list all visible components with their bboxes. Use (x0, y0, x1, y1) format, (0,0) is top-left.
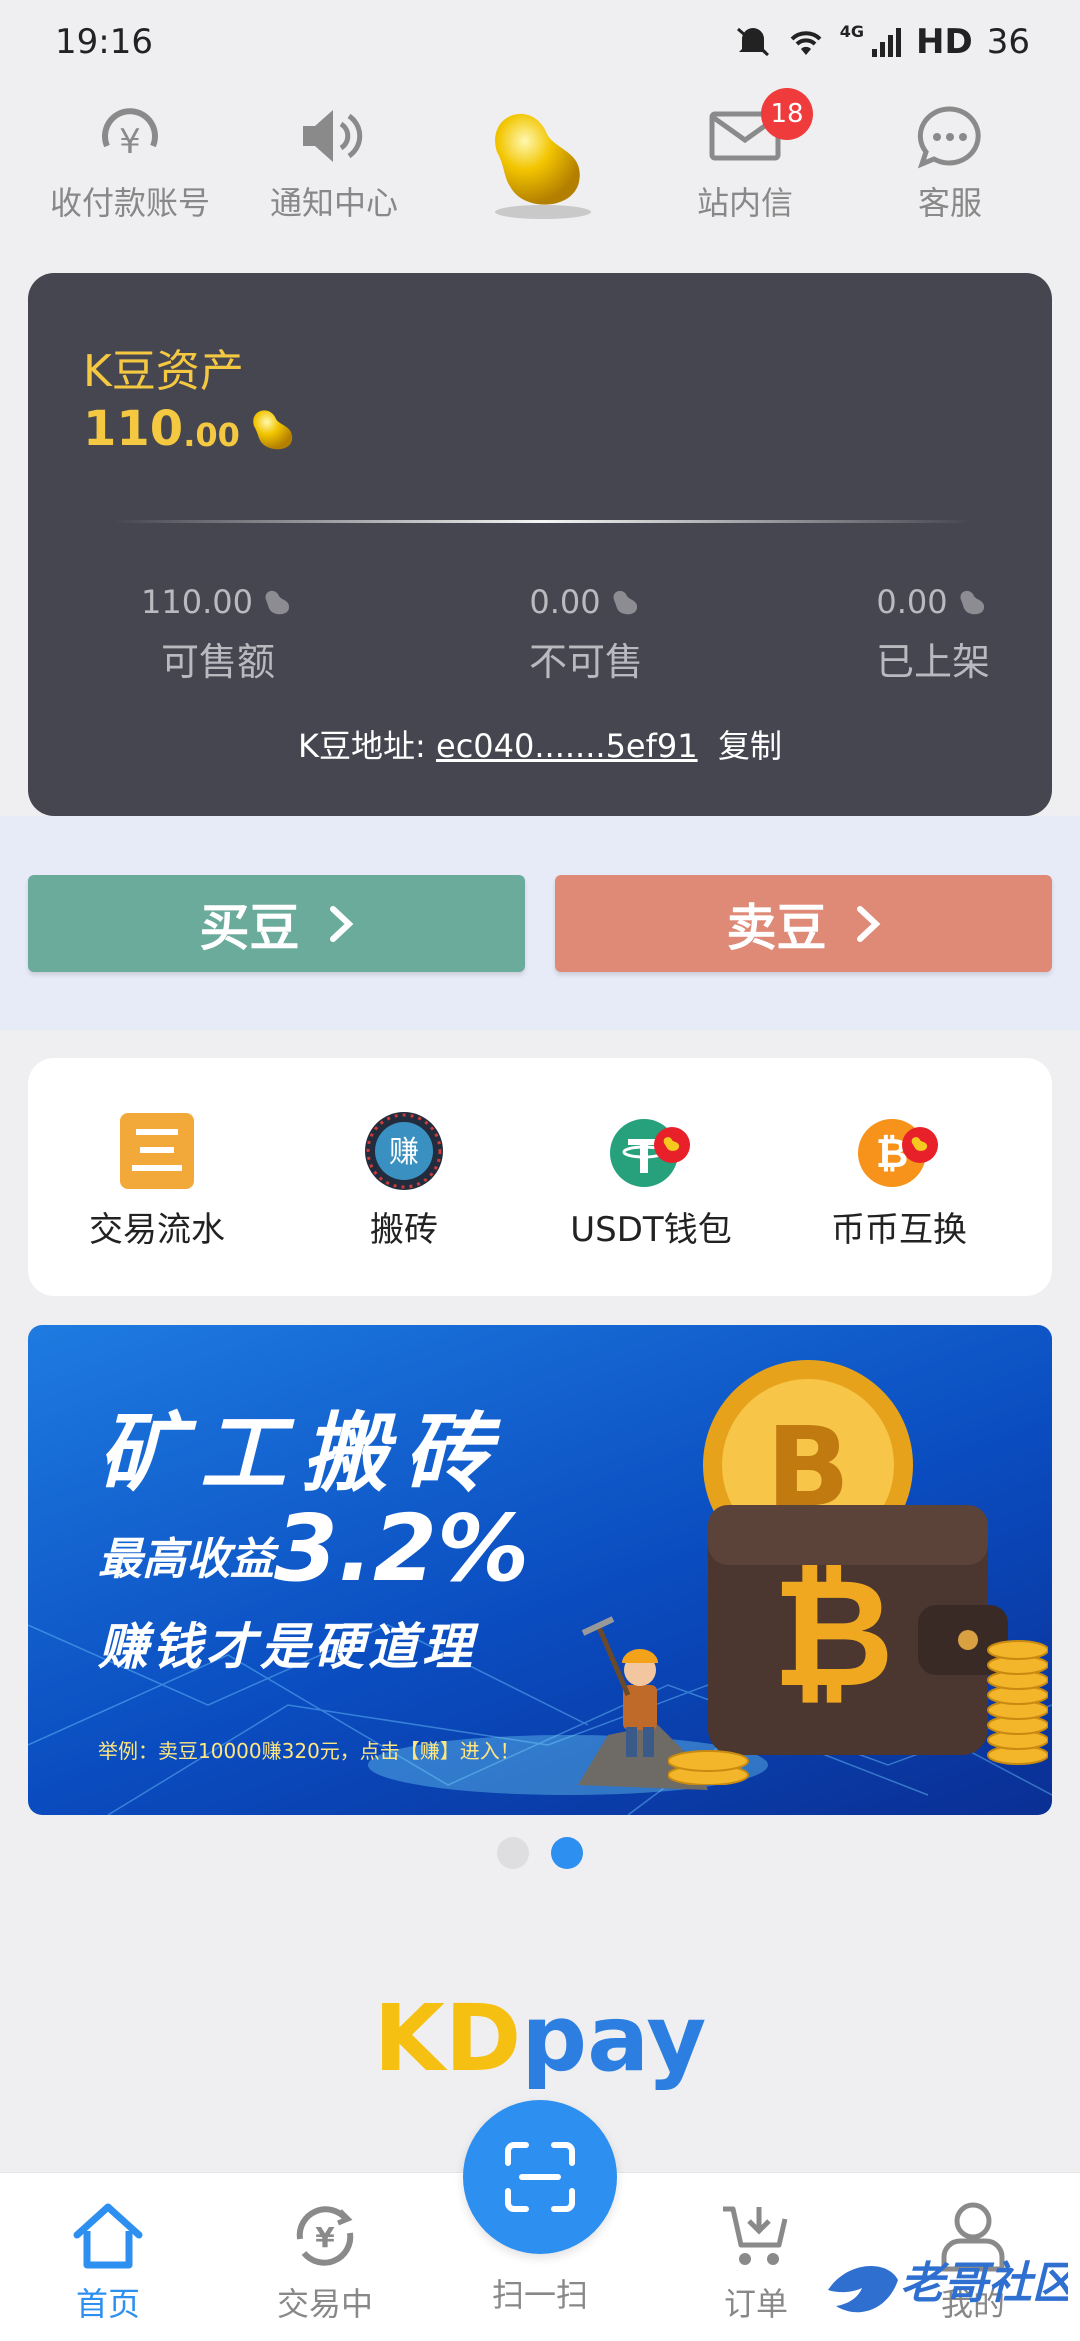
stat-unsellable: 0.00 不可售 (476, 583, 696, 686)
bitcoin-swap-icon: ₿ (858, 1119, 938, 1187)
stat-value: 0.00 (876, 583, 948, 621)
logo-kd: KD (373, 1985, 522, 2092)
banner-tagline: 赚钱才是硬道理 (98, 1618, 476, 1676)
pagination-dot-1[interactable] (497, 1837, 529, 1869)
top-nav-bean[interactable] (440, 94, 640, 224)
asset-amount: 110.00 (83, 401, 302, 457)
asset-title: K豆资产 (83, 346, 244, 397)
earn-icon: 赚 (365, 1112, 443, 1190)
stat-label: 可售额 (160, 640, 275, 684)
card-divider (113, 520, 973, 523)
signal-icon (872, 28, 902, 57)
banner-subline-prefix: 最高收益 (98, 1534, 274, 1585)
watermark-text: 老哥社区 (900, 2258, 1068, 2309)
stat-value: 110.00 (141, 583, 253, 621)
svg-text:₿: ₿ (772, 1547, 894, 1721)
top-nav-label: 站内信 (696, 184, 793, 222)
hd-label: HD (916, 22, 973, 62)
svg-text:¥: ¥ (119, 122, 141, 162)
stat-label: 不可售 (528, 640, 643, 684)
battery-level: 36 (986, 22, 1030, 62)
stat-listed: 0.00 已上架 (823, 583, 1043, 686)
wifi-icon (790, 31, 822, 55)
yen-refresh-icon: ¥ (296, 2206, 354, 2266)
gold-bean-icon (495, 113, 591, 219)
stat-label: 已上架 (875, 640, 990, 684)
service-coin-swap[interactable]: ₿ 币币互换 (779, 1110, 1019, 1251)
gold-bean-icon (253, 410, 293, 450)
asset-card: K豆资产 110.00 110.00 可售额 0.00 不可售 0.00 已上架… (28, 273, 1052, 816)
scan-icon (505, 2142, 575, 2212)
banner-rate: 3.2% (274, 1495, 530, 1602)
top-nav-label: 通知中心 (269, 184, 398, 222)
sell-bean-button[interactable]: 卖豆 (555, 875, 1052, 972)
service-earn[interactable]: 赚 搬砖 (284, 1110, 524, 1251)
top-nav-notifications[interactable]: 通知中心 (234, 100, 434, 224)
bitcoin-wallet-illustration: B ₿ (668, 1360, 1048, 1785)
scan-button[interactable] (463, 2100, 617, 2254)
copy-address-button[interactable]: 复制 (718, 727, 782, 765)
top-nav-inbox[interactable]: 18 站内信 (645, 88, 845, 224)
service-transaction-log[interactable]: 交易流水 (37, 1110, 277, 1251)
watermark-logo: 老哥社区 (828, 2258, 1068, 2313)
bean-icon (265, 590, 290, 615)
banner-headline: 矿工搬砖 (98, 1404, 506, 1504)
service-label: USDT钱包 (570, 1210, 732, 1250)
chat-bubble-icon (917, 106, 981, 169)
stat-value: 0.00 (529, 583, 601, 621)
stat-sellable: 110.00 可售额 (108, 583, 328, 686)
chevron-right-icon (329, 905, 353, 942)
top-nav-label: 收付款账号 (49, 184, 210, 222)
tab-trading[interactable]: ¥ 交易中 (245, 2199, 405, 2325)
address-value[interactable]: ec040.......5ef91 (436, 727, 698, 765)
svg-text:₿: ₿ (876, 1131, 909, 1177)
banner-pagination (0, 1837, 1080, 1869)
service-label: 交易流水 (89, 1210, 225, 1250)
home-icon (73, 2203, 143, 2269)
scan-label: 扫一扫 (491, 2276, 588, 2314)
ledger-icon (120, 1113, 194, 1189)
buy-label: 买豆 (199, 898, 300, 957)
tab-home[interactable]: 首页 (28, 2199, 188, 2325)
service-label: 币币互换 (831, 1210, 967, 1250)
kdpay-logo: KDpay (0, 1985, 1080, 2092)
svg-text:¥: ¥ (315, 2221, 335, 2254)
bean-icon (960, 590, 984, 615)
address-label: K豆地址: (298, 727, 436, 765)
promo-banner[interactable]: 矿工搬砖 最高收益3.2% 赚钱才是硬道理 举例：卖豆10000赚320元，点击… (28, 1325, 1052, 1815)
service-usdt-wallet[interactable]: USDT钱包 (531, 1110, 771, 1251)
mute-icon (736, 27, 769, 57)
chevron-right-icon (856, 905, 880, 942)
bean-icon (613, 590, 637, 615)
buy-bean-button[interactable]: 买豆 (28, 875, 525, 972)
network-label: 4G (839, 22, 865, 41)
tab-label: 交易中 (276, 2285, 373, 2323)
status-time: 19:16 (55, 22, 153, 62)
asset-amount-dec: .00 (183, 416, 240, 454)
top-nav-label: 客服 (917, 184, 982, 222)
tab-label: 订单 (723, 2285, 788, 2323)
pagination-dot-2-active[interactable] (551, 1837, 583, 1869)
service-label: 搬砖 (370, 1210, 438, 1250)
top-nav: ¥ 收付款账号 通知中心 18 站内信 客服 (0, 88, 1080, 240)
bean-address: K豆地址: ec040.......5ef91 复制 (28, 721, 1052, 767)
status-icons: 4G HD 36 (734, 22, 1030, 62)
logo-pay: pay (521, 1985, 707, 2092)
earn-icon-text: 赚 (389, 1135, 419, 1170)
sell-label: 卖豆 (726, 898, 827, 957)
asset-amount-int: 110 (83, 401, 184, 457)
services-panel: 交易流水 赚 搬砖 USDT钱包 ₿ 币币互换 (28, 1058, 1052, 1296)
tab-label: 首页 (75, 2285, 140, 2323)
top-nav-customer-service[interactable]: 客服 (850, 100, 1050, 224)
banner-note: 举例：卖豆10000赚320元，点击【赚】进入！ (98, 1739, 520, 1763)
unread-badge: 18 (761, 88, 813, 140)
top-nav-payment-accounts[interactable]: ¥ 收付款账号 (30, 100, 230, 224)
banner-subline: 最高收益3.2% (98, 1495, 529, 1602)
cart-icon (723, 2206, 788, 2265)
yen-circle-icon: ¥ (102, 108, 158, 162)
tab-orders[interactable]: 订单 (676, 2199, 836, 2325)
status-bar: 19:16 4G HD 36 (0, 0, 1080, 90)
tether-icon (610, 1119, 690, 1187)
speaker-icon (303, 110, 363, 162)
